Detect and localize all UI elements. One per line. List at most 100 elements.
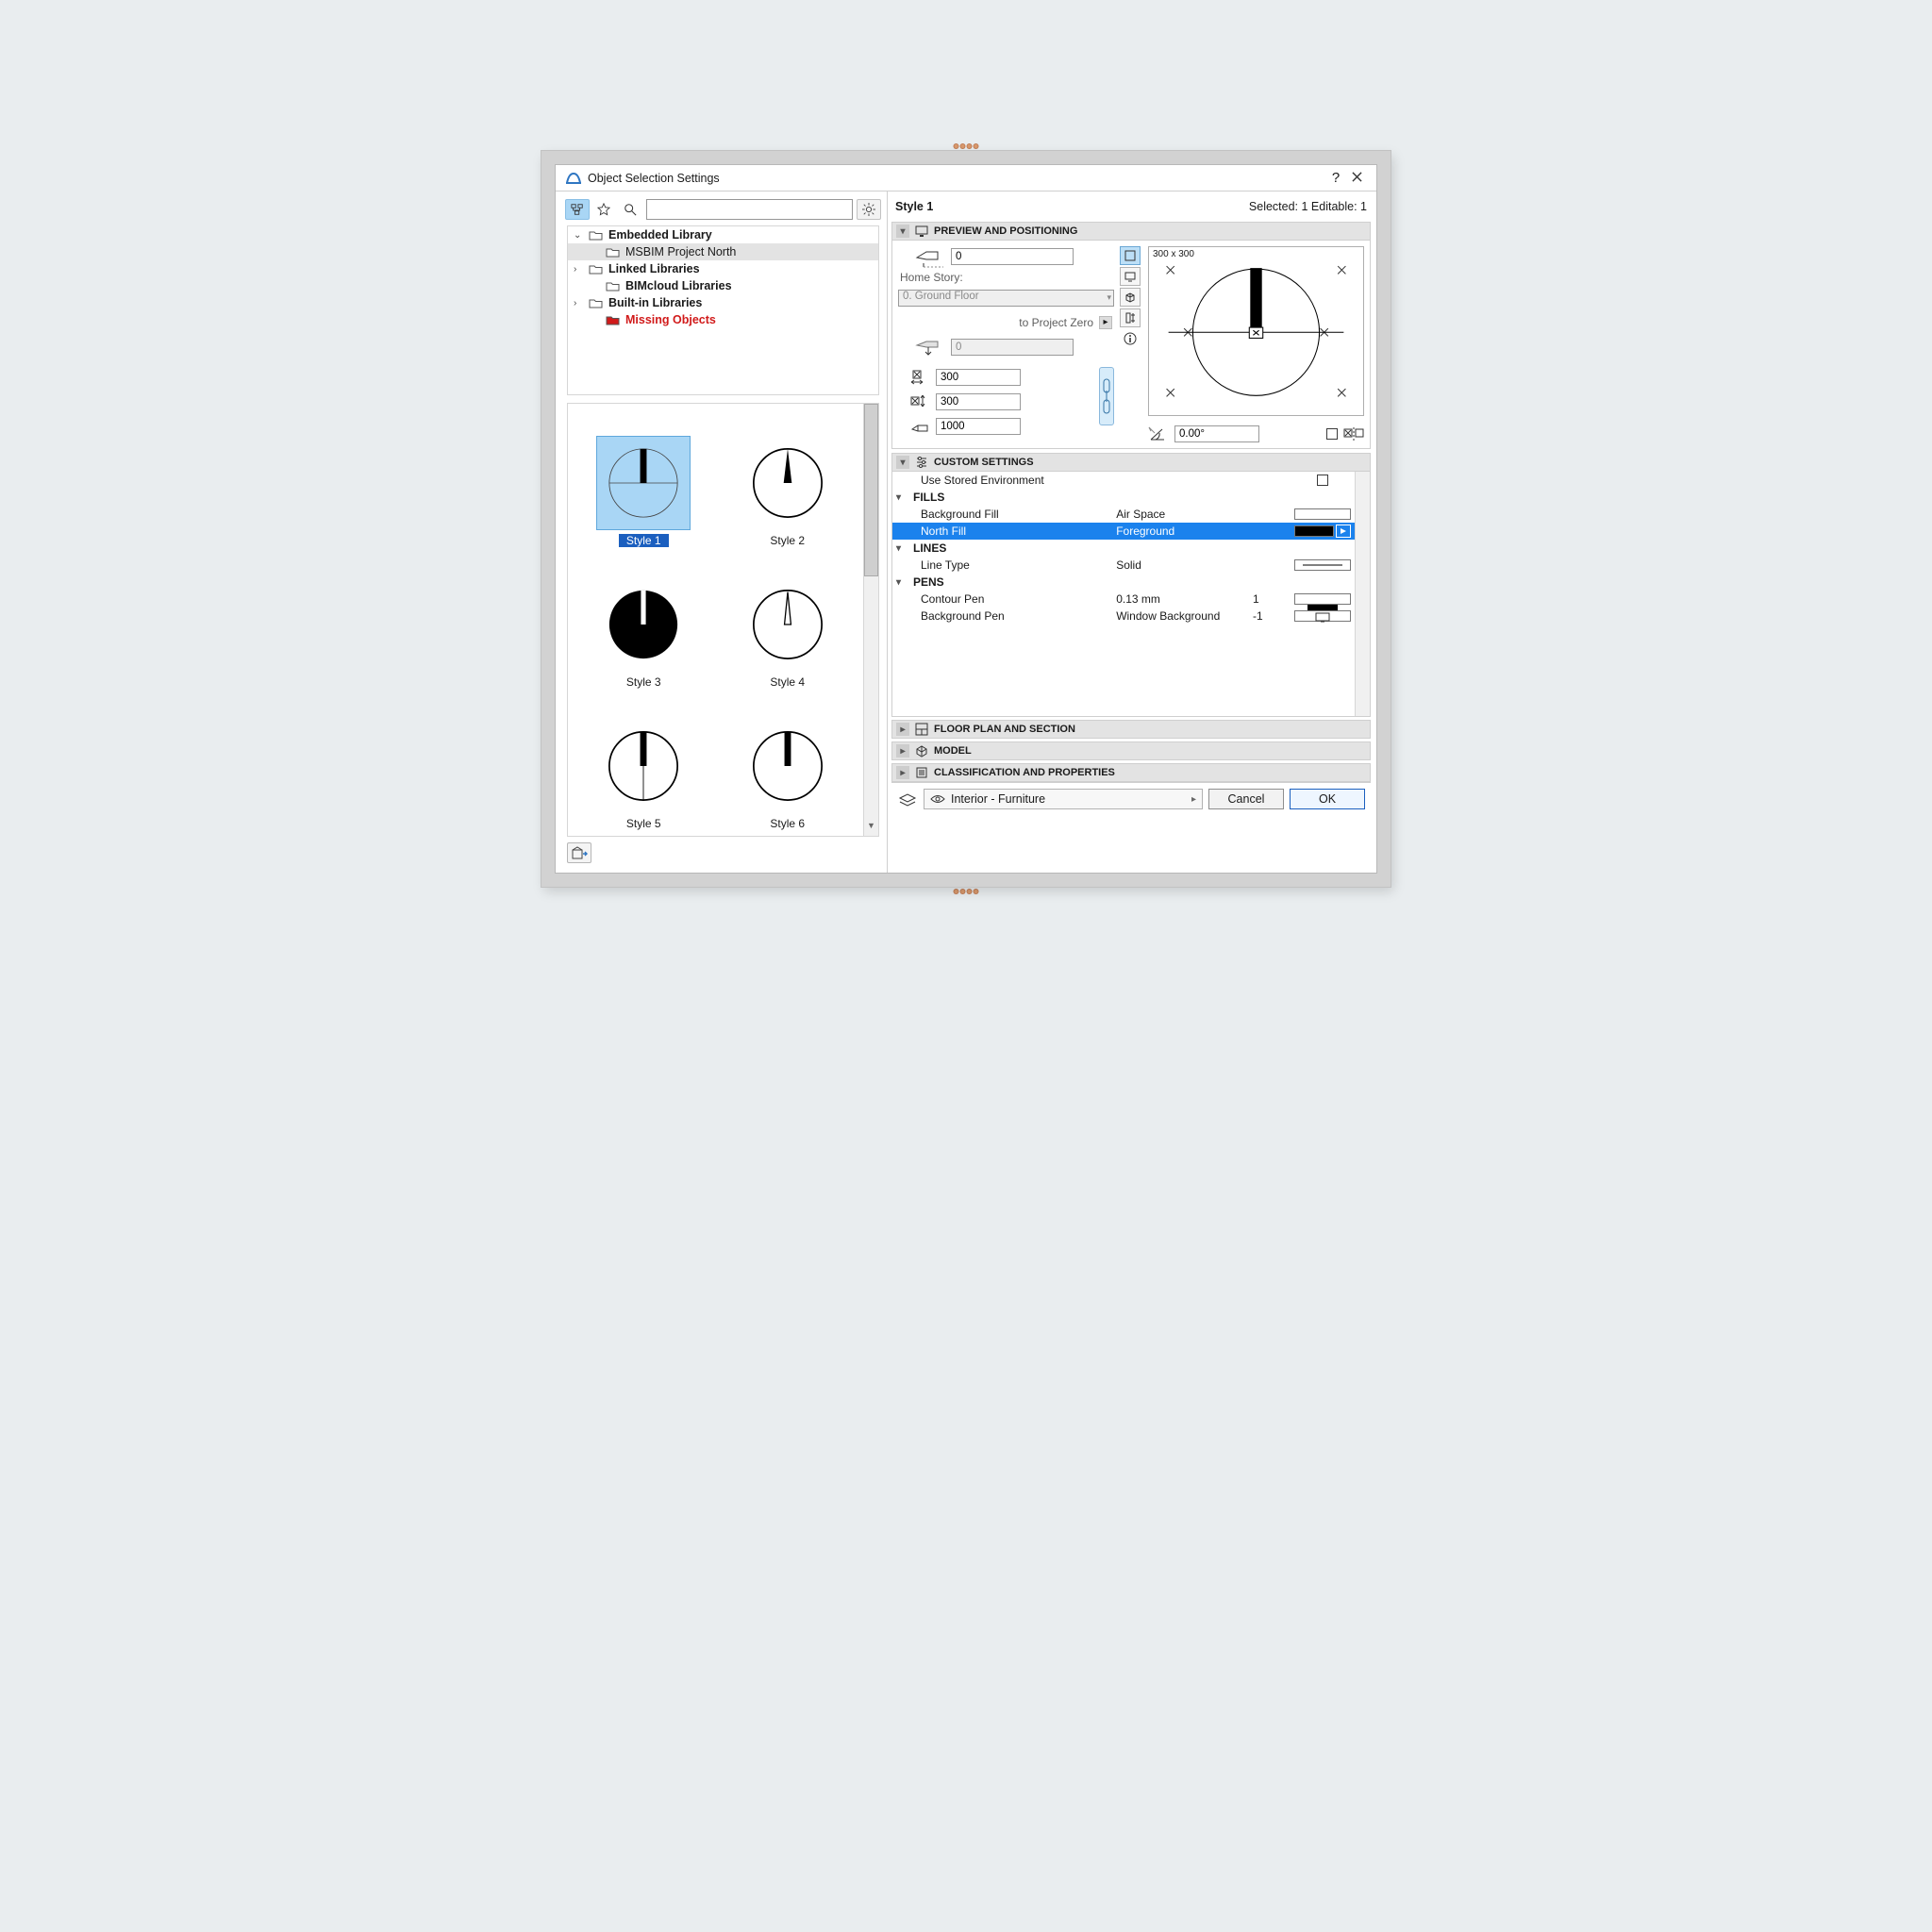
tree-item[interactable]: ›Linked Libraries [568, 260, 878, 277]
info-button[interactable] [1120, 329, 1141, 348]
tree-item[interactable]: Missing Objects [568, 311, 878, 328]
section-floor-plan[interactable]: ▸ FLOOR PLAN AND SECTION [891, 720, 1371, 739]
size-tag: 300 x 300 [1153, 249, 1194, 259]
settings-button[interactable] [857, 199, 881, 220]
z-top-input[interactable] [951, 248, 1074, 265]
section-preview-header[interactable]: ▾ PREVIEW AND POSITIONING [891, 222, 1371, 241]
depth-icon [909, 418, 930, 435]
section-model[interactable]: ▸ MODEL [891, 741, 1371, 760]
ok-button[interactable]: OK [1290, 789, 1365, 809]
tree-item[interactable]: ⌄Embedded Library [568, 226, 878, 243]
row-contour-pen[interactable]: Contour Pen 0.13 mm 1 [892, 591, 1370, 608]
layers-icon [897, 791, 918, 808]
layer-combo[interactable]: Interior - Furniture ▸ [924, 789, 1203, 809]
home-story-combo[interactable]: 0. Ground Floor ▾ [898, 290, 1114, 307]
style-thumbnail[interactable]: Style 4 [718, 551, 858, 689]
use-env-checkbox[interactable] [1317, 475, 1328, 486]
close-button[interactable] [1346, 172, 1367, 185]
cube-icon [915, 744, 928, 758]
monitor-icon [915, 225, 928, 238]
3d-view-button[interactable] [1120, 288, 1141, 307]
dim-width-input[interactable] [936, 369, 1021, 386]
custom-scrollbar[interactable] [1355, 472, 1370, 716]
search-button[interactable] [618, 199, 642, 220]
thumbnail-grid[interactable]: Style 1Style 2Style 3Style 4Style 5Style… [568, 404, 863, 836]
search-icon [624, 203, 637, 216]
elevation-bottom-icon [909, 338, 945, 357]
dialog-footer: Interior - Furniture ▸ Cancel OK [891, 782, 1371, 813]
eye-icon [930, 793, 945, 805]
selection-status: Selected: 1 Editable: 1 [1249, 200, 1367, 213]
plan-icon [915, 723, 928, 736]
cancel-button[interactable]: Cancel [1208, 789, 1284, 809]
folder-icon [589, 229, 603, 241]
use-env-row[interactable]: Use Stored Environment [892, 472, 1370, 489]
library-manager-button[interactable] [567, 842, 591, 863]
chevron-right-icon: ▸ [896, 766, 909, 779]
group-pens[interactable]: ▾ PENS [892, 574, 1370, 591]
row-bg-pen[interactable]: Background Pen Window Background -1 [892, 608, 1370, 625]
library-icon [571, 845, 588, 860]
thumbnail-grid-wrap: Style 1Style 2Style 3Style 4Style 5Style… [567, 403, 879, 837]
z-bottom-input[interactable] [951, 339, 1074, 356]
favorites-button[interactable] [591, 199, 616, 220]
front-view-button[interactable] [1120, 267, 1141, 286]
contour-pen-swatch[interactable] [1294, 593, 1351, 605]
chevron-right-icon: ▸ [896, 723, 909, 736]
folder-icon [589, 263, 603, 275]
folder-icon [589, 297, 603, 308]
search-input[interactable] [646, 199, 853, 220]
tree-item[interactable]: ›Built-in Libraries [568, 294, 878, 311]
section-custom-header[interactable]: ▾ CUSTOM SETTINGS [891, 453, 1371, 472]
chevron-right-icon: ▸ [896, 744, 909, 758]
group-lines[interactable]: ▾ LINES [892, 540, 1370, 557]
row-bg-fill[interactable]: Background Fill Air Space [892, 506, 1370, 523]
custom-settings-body: Use Stored Environment ▾ FILLS Backgroun… [891, 472, 1371, 717]
tree-item[interactable]: MSBIM Project North [568, 243, 878, 260]
style-thumbnail[interactable]: Style 2 [718, 409, 858, 547]
dim-depth-input[interactable] [936, 418, 1021, 435]
star-icon [597, 203, 610, 216]
style-thumbnail[interactable]: Style 1 [574, 409, 714, 547]
dim-height-input[interactable] [936, 393, 1021, 410]
window-title: Object Selection Settings [588, 172, 720, 185]
tree-item[interactable]: BIMcloud Libraries [568, 277, 878, 294]
style-thumbnail[interactable]: Style 6 [718, 692, 858, 830]
row-line-type[interactable]: Line Type Solid [892, 557, 1370, 574]
left-footer [559, 837, 887, 869]
height-icon [909, 393, 930, 410]
sliders-icon [915, 456, 928, 469]
project-zero-button[interactable]: ▸ [1099, 316, 1112, 329]
angle-row [1148, 425, 1364, 442]
group-fills[interactable]: ▾ FILLS [892, 489, 1370, 506]
section-view-button[interactable] [1120, 308, 1141, 327]
library-tree[interactable]: ⌄Embedded LibraryMSBIM Project North›Lin… [567, 225, 879, 395]
north-fill-swatch[interactable] [1294, 525, 1334, 537]
grid-scrollbar[interactable]: ▲ ▼ [863, 404, 878, 836]
cube-icon [1124, 291, 1136, 303]
link-dimensions-toggle[interactable] [1099, 367, 1114, 425]
preview-section: Home Story: 0. Ground Floor ▾ to Project… [891, 241, 1371, 449]
mirror-checkbox[interactable] [1326, 428, 1338, 440]
browse-library-button[interactable] [565, 199, 590, 220]
bg-pen-swatch[interactable] [1294, 610, 1351, 622]
right-header: Style 1 Selected: 1 Editable: 1 [891, 195, 1371, 218]
object-selection-dialog: Object Selection Settings ? [555, 164, 1377, 874]
angle-input[interactable] [1174, 425, 1259, 442]
line-type-preview[interactable] [1294, 559, 1351, 571]
section-classification[interactable]: ▸ CLASSIFICATION AND PROPERTIES [891, 763, 1371, 782]
plan-view-button[interactable] [1120, 246, 1141, 265]
home-story-label: Home Story: [898, 271, 1114, 284]
chevron-down-icon: ▾ [896, 456, 909, 469]
style-thumbnail[interactable]: Style 3 [574, 551, 714, 689]
preview-viewport[interactable]: 300 x 300 [1148, 246, 1364, 416]
section-custom-label: CUSTOM SETTINGS [934, 457, 1034, 468]
bg-fill-swatch[interactable] [1294, 508, 1351, 520]
style-title: Style 1 [895, 200, 933, 213]
section-icon [1124, 312, 1136, 324]
help-button[interactable]: ? [1325, 170, 1346, 186]
style-thumbnail[interactable]: Style 5 [574, 692, 714, 830]
north-fill-picker-button[interactable] [1336, 525, 1351, 538]
close-icon [1352, 172, 1362, 182]
row-north-fill[interactable]: North Fill Foreground [892, 523, 1370, 540]
